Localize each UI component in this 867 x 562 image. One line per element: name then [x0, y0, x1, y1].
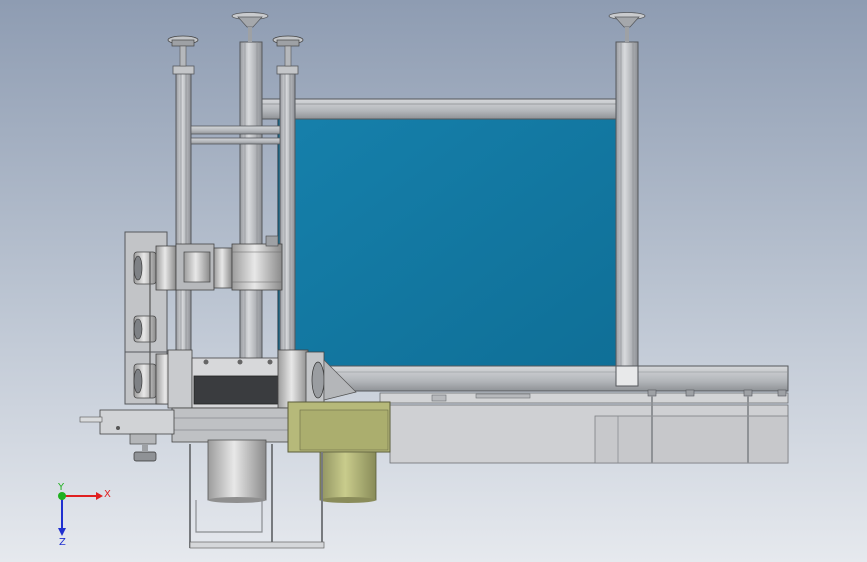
grey-motor: [207, 439, 267, 503]
machine-drawing: X Y Z: [57, 12, 789, 549]
coordinate-triad: X Y Z: [57, 482, 111, 548]
front-columns: [167, 35, 304, 361]
upper-spindle: [155, 235, 283, 291]
tool-arm: [79, 409, 175, 462]
blue-panel: [277, 118, 617, 369]
yellow-motor: [287, 401, 391, 503]
z-axis-label: Z: [59, 537, 66, 548]
cad-viewport[interactable]: X Y Z: [0, 0, 867, 562]
y-axis-label: Y: [57, 482, 65, 493]
y-axis-dot: [58, 492, 66, 500]
x-axis-label: X: [104, 489, 111, 500]
